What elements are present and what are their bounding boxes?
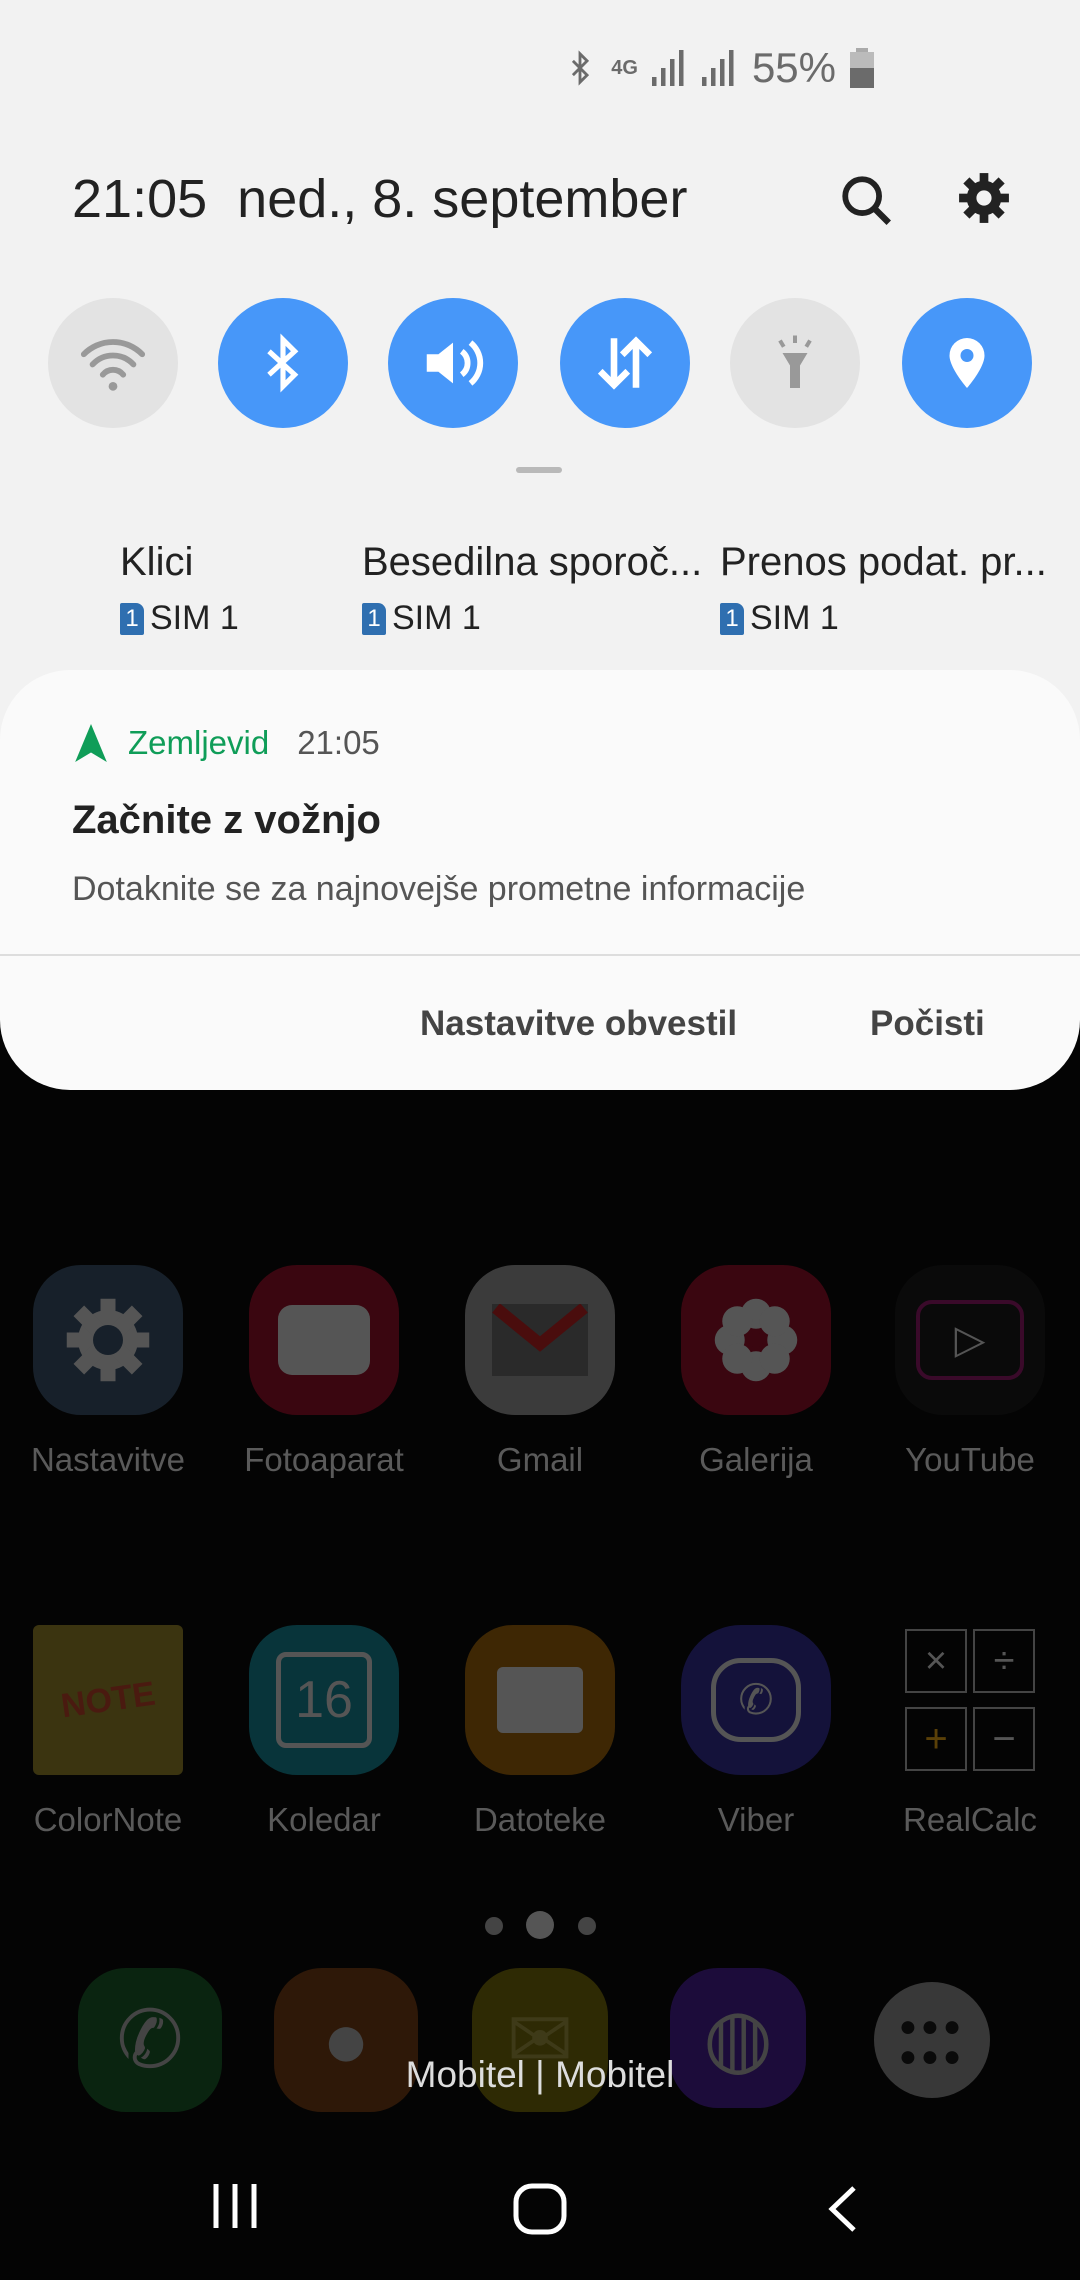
sim-value: SIM 1 xyxy=(750,599,839,637)
divide-icon: ÷ xyxy=(973,1629,1035,1693)
sim-value: SIM 1 xyxy=(150,599,239,637)
home-button[interactable] xyxy=(513,2183,567,2235)
battery-icon xyxy=(850,48,874,88)
clear-button[interactable]: Počisti xyxy=(870,1004,985,1044)
location-pin-icon xyxy=(949,338,985,388)
signal-icon xyxy=(701,50,734,86)
notification-card[interactable]: Zemljevid 21:05 Začnite z vožnjo Dotakni… xyxy=(0,670,1080,1090)
sim-card-icon: 1 xyxy=(120,602,144,635)
app-files[interactable]: Datoteke xyxy=(440,1625,640,1839)
maps-navigation-icon xyxy=(75,724,107,762)
page-indicator[interactable] xyxy=(485,1917,503,1935)
sim-setting-data[interactable]: Prenos podat. pr... 1 SIM 1 xyxy=(720,540,1047,638)
camera-icon xyxy=(278,1305,370,1375)
location-toggle[interactable] xyxy=(902,298,1032,428)
multiply-icon: × xyxy=(905,1629,967,1693)
carrier-label: Mobitel | Mobitel xyxy=(405,2054,675,2095)
signal-icon xyxy=(651,50,684,86)
page-indicator-active[interactable] xyxy=(526,1911,554,1939)
app-label: Datoteke xyxy=(473,1801,607,1838)
page-indicator[interactable] xyxy=(578,1917,596,1935)
date: ned., 8. september xyxy=(237,169,688,229)
app-label: ColorNote xyxy=(33,1801,183,1838)
app-realcalc[interactable]: × ÷ + − RealCalc xyxy=(870,1625,1070,1839)
plus-icon: + xyxy=(905,1707,967,1771)
wifi-toggle[interactable] xyxy=(48,298,178,428)
sim-setting-label: Prenos podat. pr... xyxy=(720,540,1047,584)
notification-settings-button[interactable]: Nastavitve obvestil xyxy=(420,1004,737,1044)
sound-toggle[interactable] xyxy=(388,298,518,428)
volume-icon xyxy=(426,340,484,386)
app-camera[interactable]: Fotoaparat xyxy=(224,1265,424,1479)
gear-icon[interactable] xyxy=(958,172,1010,224)
wifi-icon xyxy=(80,339,146,391)
folder-icon xyxy=(497,1667,583,1733)
status-bar: 4G 55% xyxy=(563,44,874,92)
bluetooth-icon xyxy=(267,333,299,393)
sim-value: SIM 1 xyxy=(392,599,481,637)
sim-card-icon: 1 xyxy=(362,602,386,635)
gear-icon xyxy=(66,1298,150,1382)
back-button[interactable] xyxy=(826,2185,860,2233)
app-label: Viber xyxy=(717,1801,795,1838)
app-label: Galerija xyxy=(699,1441,813,1478)
app-youtube[interactable]: ▷ YouTube xyxy=(870,1265,1070,1479)
app-gmail[interactable]: Gmail xyxy=(440,1265,640,1479)
youtube-play-icon: ▷ xyxy=(916,1300,1024,1380)
app-label: YouTube xyxy=(905,1441,1035,1478)
calendar-icon: 16 xyxy=(276,1652,372,1748)
panel-expand-handle[interactable] xyxy=(516,467,562,473)
notification-header: Zemljevid 21:05 xyxy=(74,724,380,762)
mobile-data-toggle[interactable] xyxy=(560,298,690,428)
notification-title: Začnite z vožnjo xyxy=(72,798,381,842)
app-label: Nastavitve xyxy=(30,1441,186,1478)
app-calendar[interactable]: 16 Koledar xyxy=(224,1625,424,1839)
data-transfer-icon xyxy=(597,336,653,390)
viber-phone-icon: ✆ xyxy=(711,1658,801,1742)
flashlight-toggle[interactable] xyxy=(730,298,860,428)
sim-setting-label: Besedilna sporoč... xyxy=(362,540,703,584)
4g-data-icon: 4G xyxy=(611,57,638,79)
app-label: Koledar xyxy=(267,1801,381,1838)
battery-percent: 55% xyxy=(751,44,836,91)
clock: 21:05 xyxy=(72,169,208,229)
flower-icon xyxy=(714,1298,798,1382)
app-label: Gmail xyxy=(496,1441,584,1478)
sim-card-icon: 1 xyxy=(720,602,744,635)
sim-setting-label: Klici xyxy=(120,540,194,584)
minus-icon: − xyxy=(973,1707,1035,1771)
divider xyxy=(0,954,1080,956)
header-datetime: 21:05 ned., 8. september xyxy=(72,168,687,230)
app-label: RealCalc xyxy=(903,1801,1037,1838)
sim-setting-calls[interactable]: Klici 1 SIM 1 xyxy=(120,540,239,638)
app-viber[interactable]: ✆ Viber xyxy=(656,1625,856,1839)
flashlight-icon xyxy=(778,335,812,388)
app-gallery[interactable]: Galerija xyxy=(656,1265,856,1479)
search-icon[interactable] xyxy=(838,172,896,230)
note-icon: NOTE xyxy=(58,1674,158,1725)
notification-time: 21:05 xyxy=(297,724,380,761)
notification-body: Dotaknite se za najnovejše prometne info… xyxy=(72,870,806,908)
app-settings[interactable]: Nastavitve xyxy=(8,1265,208,1479)
gmail-icon xyxy=(492,1304,588,1376)
app-label: Fotoaparat xyxy=(244,1441,404,1478)
recent-apps-button[interactable] xyxy=(212,2180,258,2232)
bluetooth-toggle[interactable] xyxy=(218,298,348,428)
app-colornote[interactable]: NOTE ColorNote xyxy=(8,1625,208,1839)
notification-app-name: Zemljevid xyxy=(128,724,270,761)
bluetooth-icon xyxy=(572,50,590,86)
sim-setting-messages[interactable]: Besedilna sporoč... 1 SIM 1 xyxy=(362,540,702,638)
